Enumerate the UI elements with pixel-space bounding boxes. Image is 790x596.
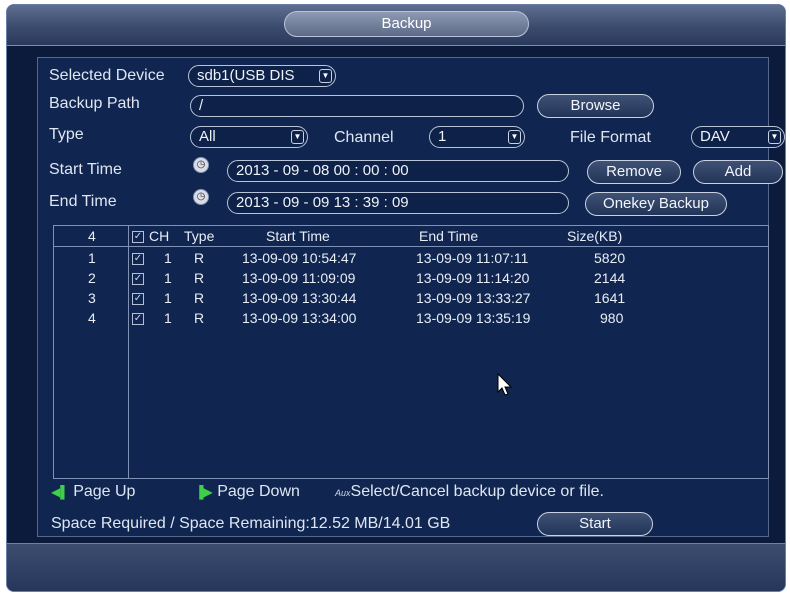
file-count: 4 (88, 228, 96, 244)
aux-hint: AuxSelect/Cancel backup device or file. (335, 483, 604, 501)
selected-device-value: sdb1(USB DIS (197, 67, 295, 84)
title-bar: Backup (7, 5, 785, 46)
clock-icon: ◷ (193, 157, 209, 173)
row-end-time: 13-09-09 11:07:11 (416, 250, 529, 266)
row-size: 980 (600, 310, 624, 326)
footer-bar (7, 543, 785, 591)
add-button[interactable]: Add (693, 160, 783, 184)
file-format-dropdown[interactable]: DAV ▼ (691, 126, 785, 148)
start-time-input[interactable]: 2013 - 09 - 08 00 : 00 : 00 (227, 160, 569, 182)
row-type: R (194, 290, 205, 306)
row-start-time: 13-09-09 13:30:44 (242, 290, 357, 306)
row-start-time: 13-09-09 11:09:09 (242, 270, 356, 286)
row-type: R (194, 270, 205, 286)
selected-device-dropdown[interactable]: sdb1(USB DIS ▼ (188, 65, 336, 87)
file-format-label: File Format (570, 129, 651, 146)
page-up-icon: ◀▌ (51, 485, 69, 499)
row-number: 3 (88, 290, 96, 306)
channel-dropdown[interactable]: 1 ▼ (429, 126, 525, 148)
page-up-label: Page Up (73, 483, 136, 500)
row-type: R (194, 250, 205, 266)
aux-icon: Aux (335, 488, 351, 498)
clock-icon: ◷ (193, 189, 209, 205)
remove-button[interactable]: Remove (587, 160, 681, 184)
onekey-backup-button[interactable]: Onekey Backup (585, 192, 727, 216)
header-type: Type (184, 228, 215, 244)
end-time-label: End Time (49, 193, 117, 210)
page-down-icon: ▐▶ (195, 485, 213, 499)
row-start-time: 13-09-09 10:54:47 (242, 250, 357, 266)
start-time-label: Start Time (49, 161, 122, 178)
type-dropdown[interactable]: All ▼ (190, 126, 308, 148)
chevron-down-icon: ▼ (508, 130, 521, 144)
row-size: 1641 (594, 290, 626, 306)
row-number: 1 (88, 250, 96, 266)
selected-device-label: Selected Device (49, 67, 165, 84)
mouse-pointer-icon (497, 373, 513, 396)
row-ch: 1 (164, 310, 172, 326)
window-title: Backup (284, 11, 529, 37)
backup-file-table: 4 ✓ CH Type Start Time End Time Size(KB)… (53, 225, 769, 479)
end-time-input[interactable]: 2013 - 09 - 09 13 : 39 : 09 (227, 192, 569, 214)
row-type: R (194, 310, 205, 326)
row-checkbox[interactable]: ✓ (132, 293, 144, 305)
row-size: 5820 (594, 250, 626, 266)
row-size: 2144 (594, 270, 626, 286)
table-header-divider (54, 246, 768, 247)
backup-path-input[interactable]: / (190, 95, 524, 117)
page-up-hint[interactable]: ◀▌ Page Up (51, 483, 135, 501)
chevron-down-icon: ▼ (768, 130, 781, 144)
backup-path-label: Backup Path (49, 95, 140, 112)
table-divider (128, 226, 129, 478)
row-ch: 1 (164, 250, 172, 266)
header-ch: CH (149, 228, 170, 244)
header-start-time: Start Time (266, 228, 330, 244)
row-end-time: 13-09-09 13:33:27 (416, 290, 531, 306)
header-end-time: End Time (419, 228, 479, 244)
chevron-down-icon: ▼ (291, 130, 304, 144)
aux-hint-text: Select/Cancel backup device or file. (350, 483, 604, 500)
row-ch: 1 (164, 290, 172, 306)
page-down-hint[interactable]: ▐▶ Page Down (195, 483, 300, 501)
backup-window: Backup Selected Device sdb1(USB DIS ▼ Ba… (6, 4, 786, 592)
channel-label: Channel (334, 129, 394, 146)
row-start-time: 13-09-09 13:34:00 (242, 310, 357, 326)
row-end-time: 13-09-09 11:14:20 (416, 270, 530, 286)
type-label: Type (49, 126, 84, 143)
page-down-label: Page Down (217, 483, 300, 500)
start-button[interactable]: Start (537, 512, 653, 536)
row-checkbox[interactable]: ✓ (132, 313, 144, 325)
browse-button[interactable]: Browse (537, 94, 654, 118)
row-ch: 1 (164, 270, 172, 286)
type-value: All (199, 128, 216, 145)
row-number: 2 (88, 270, 96, 286)
row-checkbox[interactable]: ✓ (132, 273, 144, 285)
row-end-time: 13-09-09 13:35:19 (416, 310, 531, 326)
row-checkbox[interactable]: ✓ (132, 253, 144, 265)
select-all-checkbox[interactable]: ✓ (132, 231, 144, 243)
chevron-down-icon: ▼ (319, 69, 332, 83)
row-number: 4 (88, 310, 96, 326)
space-status: Space Required / Space Remaining:12.52 M… (51, 515, 451, 532)
channel-value: 1 (438, 128, 447, 145)
header-size: Size(KB) (567, 228, 623, 244)
file-format-value: DAV (700, 128, 730, 145)
